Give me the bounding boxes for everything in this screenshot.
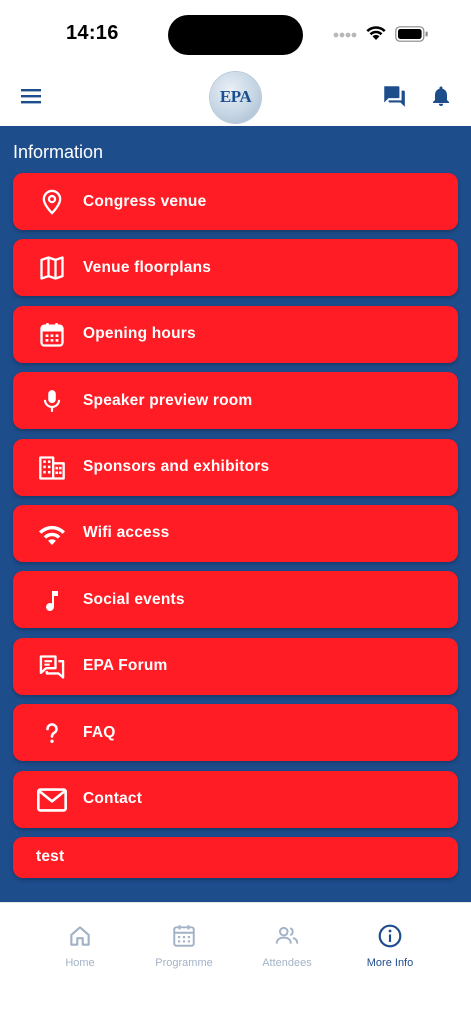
menu-item-epa-forum[interactable]: EPA Forum <box>13 637 458 695</box>
status-indicators <box>333 22 433 48</box>
microphone-icon <box>36 385 68 417</box>
calendar-icon <box>36 319 68 351</box>
information-content: Information Congress venue Venue floorpl… <box>0 126 471 902</box>
logo-text: EPA <box>219 87 252 106</box>
hamburger-icon <box>21 89 41 104</box>
menu-item-label: Social events <box>83 590 185 608</box>
menu-item-label: EPA Forum <box>83 657 168 675</box>
notifications-button[interactable] <box>427 82 455 110</box>
wifi-status-icon <box>366 26 386 40</box>
calendar-icon <box>173 925 195 947</box>
information-menu: Congress venue Venue floorplans Opening … <box>13 173 458 887</box>
menu-item-label: Congress venue <box>83 192 207 210</box>
home-icon <box>70 926 90 946</box>
menu-item-speaker-preview-room[interactable]: Speaker preview room <box>13 372 458 430</box>
tab-label: Home <box>65 957 95 969</box>
menu-item-label: Wifi access <box>83 524 170 542</box>
menu-item-label: Speaker preview room <box>83 391 253 409</box>
status-bar: 14:16 <box>0 0 471 68</box>
menu-item-faq[interactable]: FAQ <box>13 704 458 762</box>
menu-item-label: Contact <box>83 790 143 808</box>
tab-label: Programme <box>155 957 213 969</box>
tab-label: More Info <box>366 957 414 969</box>
app-header: EPA <box>0 68 471 126</box>
dynamic-island <box>168 15 303 55</box>
chat-icon <box>384 86 405 107</box>
signal-icon <box>333 32 357 38</box>
epa-logo: EPA <box>210 72 261 123</box>
forum-icon <box>36 651 68 683</box>
building-icon <box>36 452 68 484</box>
question-mark-icon <box>36 717 68 749</box>
map-icon <box>36 252 68 284</box>
wifi-icon <box>36 518 68 550</box>
menu-item-label: Venue floorplans <box>83 258 212 276</box>
menu-item-wifi-access[interactable]: Wifi access <box>13 504 458 562</box>
music-note-icon <box>36 584 68 616</box>
menu-item-social-events[interactable]: Social events <box>13 571 458 629</box>
menu-item-opening-hours[interactable]: Opening hours <box>13 305 458 363</box>
menu-item-sponsors-and-exhibitors[interactable]: Sponsors and exhibitors <box>13 438 458 496</box>
bell-icon <box>433 86 449 106</box>
menu-item-label: FAQ <box>83 723 116 741</box>
status-time: 14:16 <box>66 22 119 44</box>
menu-item-label: test <box>36 848 65 866</box>
battery-icon <box>395 26 428 42</box>
section-title: Information <box>13 142 104 162</box>
mail-icon <box>36 784 68 816</box>
tab-attendees[interactable]: Attendees <box>242 923 332 973</box>
menu-item-venue-floorplans[interactable]: Venue floorplans <box>13 239 458 297</box>
chat-button[interactable] <box>380 82 408 110</box>
tab-home[interactable]: Home <box>35 923 125 973</box>
info-icon <box>378 924 402 948</box>
location-pin-icon <box>36 186 68 218</box>
menu-button[interactable] <box>17 82 45 110</box>
tab-programme[interactable]: Programme <box>139 923 229 973</box>
menu-item-congress-venue[interactable]: Congress venue <box>13 173 458 230</box>
menu-item-contact[interactable]: Contact <box>13 770 458 828</box>
menu-item-label: Sponsors and exhibitors <box>83 458 270 476</box>
menu-item-test[interactable]: test <box>13 836 458 878</box>
tab-more-info[interactable]: More Info <box>345 923 435 973</box>
bottom-tab-bar: Home Programme Attendees More Info <box>0 902 471 1024</box>
tab-label: Attendees <box>262 957 312 969</box>
people-icon <box>275 926 299 944</box>
menu-item-label: Opening hours <box>83 325 196 343</box>
